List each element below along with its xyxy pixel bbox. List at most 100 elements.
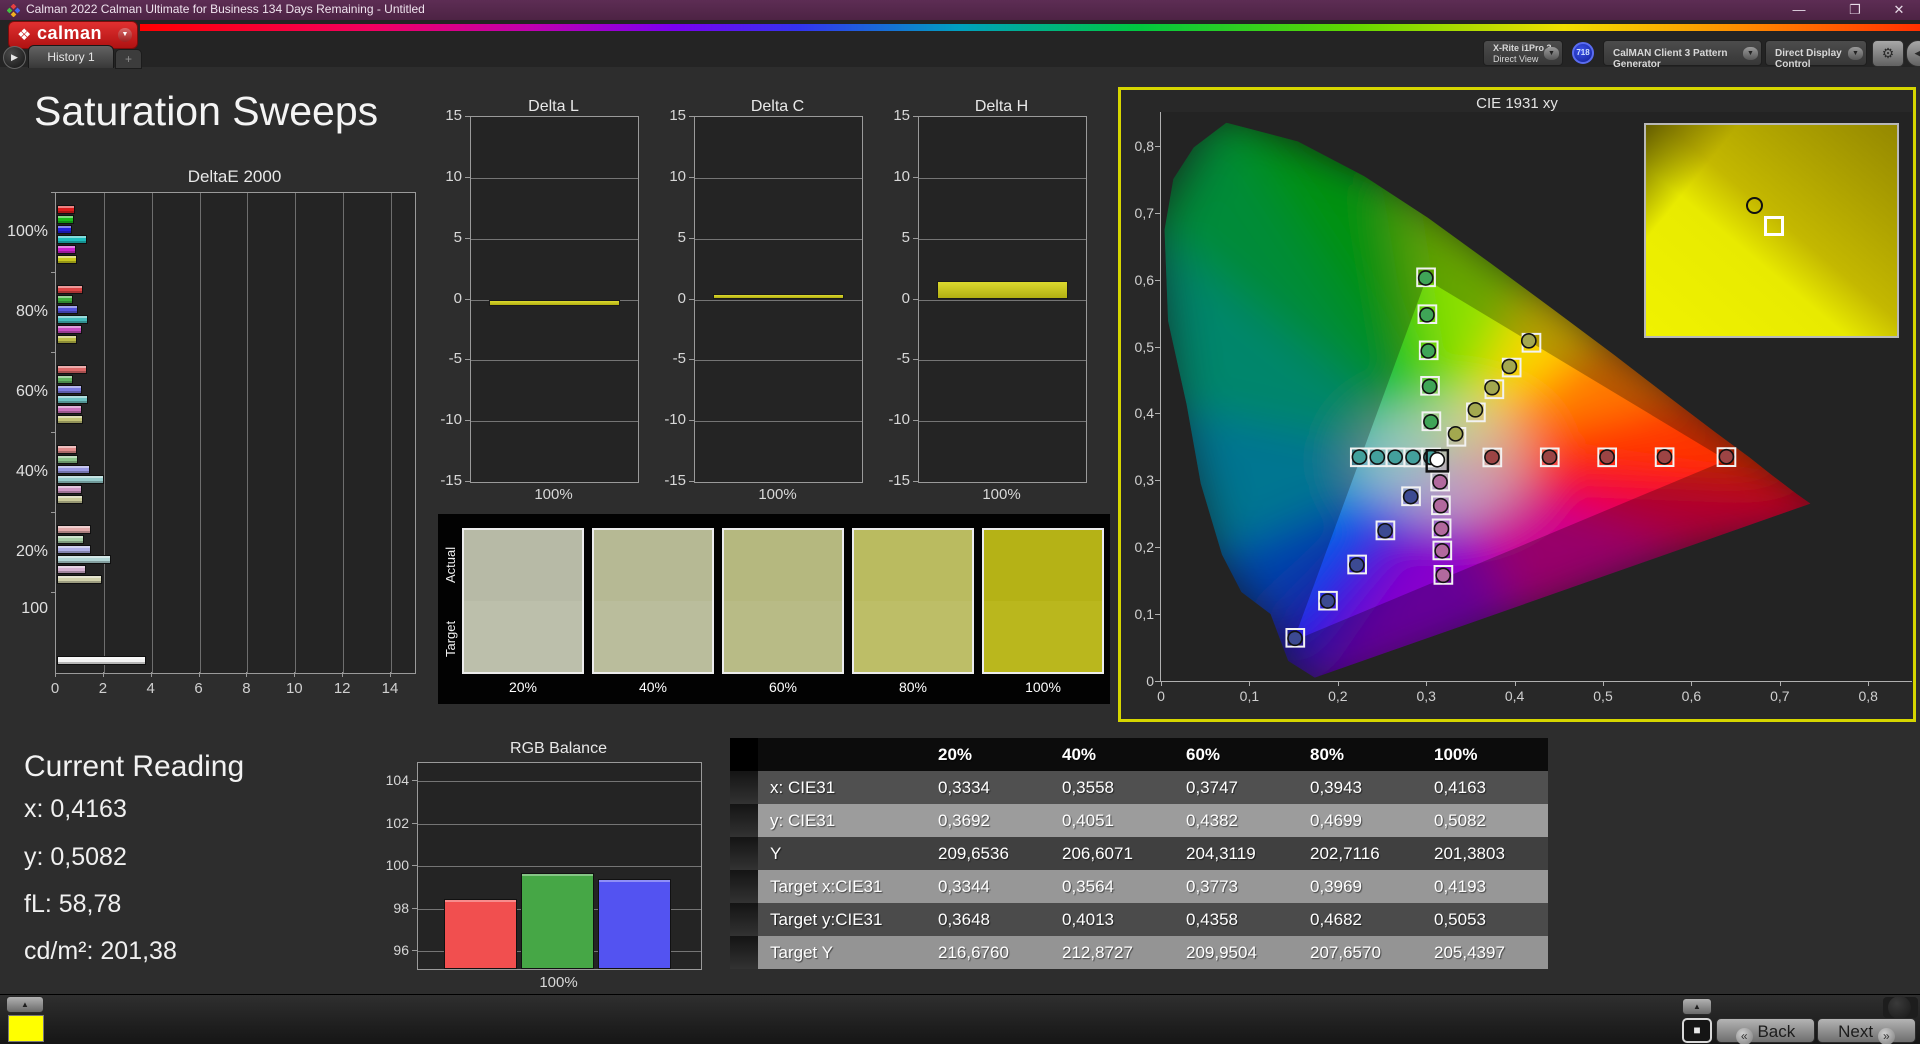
axis-tick [913,176,918,178]
axis-category-label: 100% [982,486,1021,503]
meter-mode-badge[interactable]: 718 [1572,42,1594,64]
actual-swatch [594,530,712,601]
current-pattern-swatch [8,1015,44,1042]
axis-group-label: 60% [15,383,48,400]
axis-tick-label: 0,6 [1134,271,1154,288]
table-row-bg [758,804,1548,837]
axis-tick-label: 0 [901,289,910,307]
gridline [695,299,862,301]
axis-tick [412,822,417,824]
deltae-bar [57,415,84,424]
target-swatch [984,601,1102,672]
axis-tick [1155,145,1160,147]
table-cell: 0,3943 [1310,778,1362,797]
minimize-button[interactable]: — [1782,0,1816,20]
axis-tick [1691,681,1693,686]
axis-tick-label: 0,7 [1770,688,1790,704]
deltae-x-labels: 0 2 4 6 8 10 12 14 [0,672,440,698]
table-cell: 216,6760 [938,943,1009,962]
page-title: Saturation Sweeps [34,88,379,134]
axis-tick [412,865,417,867]
pattern-bar: ▲ 20%40%60%80%100% ▲ ■ ■▶[-]∞↻ « Back Ne… [0,994,1920,1044]
reading-cdm2: cd/m²: 201,38 [24,937,177,965]
deltae-bar [57,205,76,214]
gridline [103,193,105,673]
cie-measured-circle [1434,499,1448,513]
deltae-bar [57,295,73,304]
cie-measured-circle [1421,344,1435,358]
deltae-bar [57,215,75,224]
deltae-bar [57,455,79,464]
axis-tick-label: 15 [669,106,686,124]
back-label: Back [1757,1022,1796,1041]
table-gutter-cell [730,771,758,804]
record-icon [1888,996,1911,1019]
axis-tick [1337,681,1339,686]
gridline [471,177,638,179]
transport-extra-slot [1883,996,1918,1019]
deltae-bar [57,335,77,344]
table-gutter-cell [730,837,758,870]
actual-swatch [984,530,1102,601]
reading-fl: fL: 58,78 [24,890,122,918]
table-cell: 0,3773 [1186,877,1238,896]
axis-tick [689,237,694,239]
deltae-bar [57,395,88,404]
gridline [418,781,701,783]
cie-measured-circle [1423,379,1437,393]
display-control-dropdown[interactable]: Direct Display Control ▼ [1765,40,1867,70]
close-button[interactable]: ✕ [1882,0,1916,20]
axis-tick-label: 10 [285,680,303,697]
axis-tick-label: 100 [385,857,409,874]
cie-measured-circle [1436,568,1450,582]
axis-tick-label: -10 [440,411,462,429]
gridline [199,193,201,673]
axis-tick-label: -15 [888,472,910,489]
table-row-label: Y [770,844,782,863]
cie-measured-circle [1522,334,1536,348]
cie-measured-circle [1435,544,1449,558]
axis-tick [465,115,470,117]
pattern-label: CalMAN Client 3 Pattern Generator [1613,48,1728,70]
meter-dropdown[interactable]: X-Rite i1Pro 3 Direct View ▼ [1483,40,1563,66]
axis-tick-label: 14 [381,680,399,697]
table-row: Target y:CIE31 0,3648 0,4013 0,4358 0,4682 0,… [730,903,1548,936]
axis-tick [412,950,417,952]
settings-button[interactable]: ⚙ [1872,40,1904,67]
gridline [418,823,701,825]
collapse-patches-button[interactable]: ▲ [6,996,44,1013]
target-swatch [724,601,842,672]
stop-measure-button[interactable]: ■ [1682,1018,1712,1043]
axis-tick-label: 0,7 [1134,204,1154,221]
deltae-bar [57,495,84,504]
add-tab-button[interactable]: + [115,49,142,69]
collapse-panel-button[interactable]: ◀ [1906,40,1920,67]
axis-tick [465,298,470,300]
next-button[interactable]: Next » [1817,1018,1916,1044]
axis-tick-label: 12 [333,680,351,697]
table-corner-cell [730,738,758,771]
deltae-bar [57,235,88,244]
axis-tick [913,481,918,482]
table-cell: 202,7116 [1310,844,1380,863]
reading-y: y: 0,5082 [24,843,127,871]
pattern-generator-dropdown[interactable]: CalMAN Client 3 Pattern Generator ▼ [1603,40,1762,70]
cie-measured-circle [1449,427,1463,441]
table-row: Target x:CIE31 0,3344 0,3564 0,3773 0,3969 0,… [730,870,1548,903]
tab-scroll-button[interactable]: ▶ [3,46,26,69]
axis-tick [51,272,55,273]
cie-measured-circle [1406,450,1420,464]
axis-tick [246,672,248,677]
table-cell: 0,3344 [938,877,990,896]
tab-history-1[interactable]: History 1 [28,45,114,68]
table-column-header: 20% [938,745,973,764]
back-button[interactable]: « Back [1716,1018,1815,1044]
next-chevrons-icon: » [1877,1028,1895,1044]
axis-tick-label: 102 [385,814,409,831]
cie-measured-circle [1288,631,1302,645]
restore-button[interactable]: ❐ [1838,0,1872,20]
collapse-transport-button[interactable]: ▲ [1682,998,1712,1015]
axis-tick [689,115,694,117]
target-swatch [854,601,972,672]
axis-tick [51,592,55,593]
